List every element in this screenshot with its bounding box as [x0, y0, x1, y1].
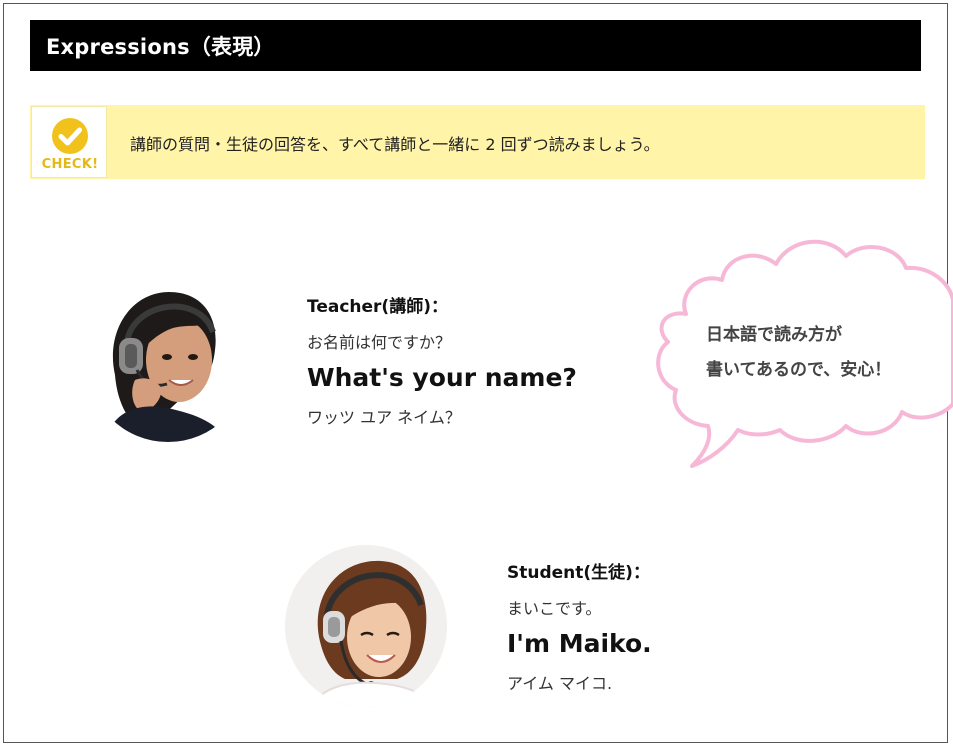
teacher-english: What's your name? [307, 363, 577, 392]
section-header: Expressions（表現） [30, 20, 921, 71]
check-notice: CHECK! 講師の質問・生徒の回答を、すべて講師と一緒に 2 回ずつ読みましょ… [30, 105, 925, 179]
teacher-katakana: ワッツ ユア ネイム？ [307, 408, 461, 427]
teacher-japanese: お名前は何ですか？ [307, 333, 452, 352]
student-avatar [285, 545, 447, 707]
student-label: Student(生徒)： [507, 563, 650, 583]
speech-bubble-text: 日本語で読み方が 書いてあるので、安心！ [706, 318, 891, 388]
section-title: Expressions（表現） [46, 34, 275, 59]
check-message: 講師の質問・生徒の回答を、すべて講師と一緒に 2 回ずつ読みましょう。 [130, 135, 660, 154]
check-label: CHECK! [41, 157, 99, 172]
teacher-label: Teacher(講師)： [307, 297, 448, 317]
student-english: I'm Maiko. [507, 629, 652, 658]
speech-bubble-line-1: 日本語で読み方が [706, 325, 842, 345]
student-japanese: まいこです。 [507, 599, 602, 618]
student-dialog: Student(生徒)： まいこです。 I'm Maiko. アイム マイコ. [507, 558, 652, 694]
check-badge: CHECK! [31, 106, 107, 178]
speech-bubble-line-2: 書いてあるので、安心！ [706, 360, 892, 380]
teacher-dialog: Teacher(講師)： お名前は何ですか？ What's your name?… [307, 292, 577, 428]
speech-bubble: 日本語で読み方が 書いてあるので、安心！ [650, 228, 953, 474]
student-katakana: アイム マイコ. [507, 674, 613, 693]
check-circle-icon [52, 118, 88, 154]
teacher-avatar [87, 280, 249, 442]
